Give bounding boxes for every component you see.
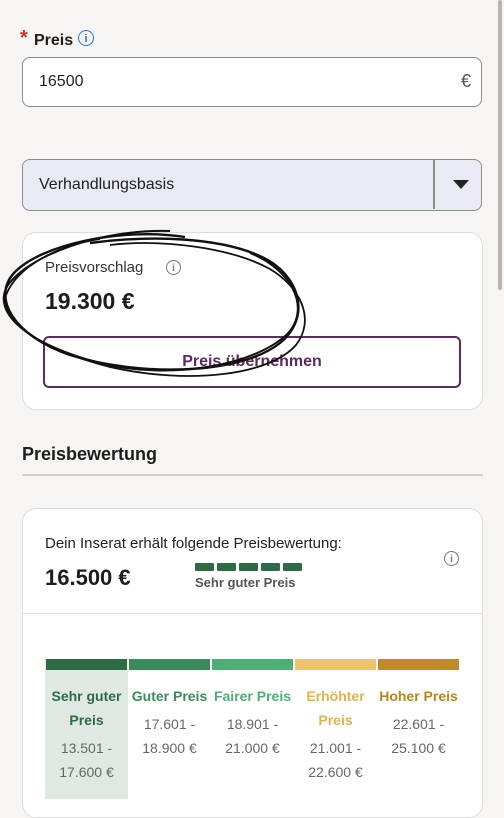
price-label: Preis [34,32,74,49]
rating-scale-column: Guter Preis 17.601 - 18.900 € [128,659,211,799]
rating-level-bar [283,563,302,571]
euro-currency-suffix: € [460,71,471,91]
scrollbar[interactable] [498,0,502,290]
price-rating-card: Dein Inserat erhält folgende Preisbewert… [22,508,483,818]
info-icon[interactable]: i [444,551,459,566]
rating-scale-range-to: 22.600 € [308,764,363,780]
required-marker: * [20,27,28,49]
scribble-annotation [2,229,306,377]
rating-level-bar [239,563,258,571]
rating-scale-range: 22.601 - 25.100 € [377,712,460,760]
price-rating-section-title: Preisbewertung [22,444,158,464]
rating-scale-bar [295,659,376,670]
rating-scale-range: 13.501 - 17.600 € [45,736,128,784]
rating-level-bars [195,563,302,571]
rating-level-bar [217,563,236,571]
rating-level-bar [261,563,280,571]
price-type-selected-value: Verhandlungsbasis [39,176,175,193]
rating-scale-bar [378,659,459,670]
rating-scale-name: Fairer Preis [213,688,292,704]
rating-scale-column: Erhöhter Preis 21.001 - 22.600 € [294,659,377,799]
rating-scale-name: Guter Preis [131,688,208,704]
section-divider [22,474,483,476]
price-rating-scale: Sehr guter Preis 13.501 - 17.600 € Guter… [45,659,462,799]
chevron-down-icon[interactable] [453,180,469,189]
rating-scale-range: 18.901 - 21.000 € [211,712,294,760]
rating-scale-name: Sehr guter Preis [51,688,122,728]
rating-card-divider [23,613,482,614]
rating-scale-bar [129,659,210,670]
rating-scale-column: Hoher Preis 22.601 - 25.100 € [377,659,460,799]
rating-scale-range-to: 25.100 € [391,740,446,756]
rating-scale-column: Sehr guter Preis 13.501 - 17.600 € [45,659,128,799]
rating-scale-range-to: 21.000 € [225,740,280,756]
select-divider [433,160,435,209]
rating-scale-range-to: 17.600 € [59,764,114,780]
rating-scale-range-from: 17.601 - [143,716,196,732]
rating-scale-range-from: 21.001 - [309,740,362,756]
rating-scale-bar [46,659,127,670]
info-icon[interactable]: i [78,30,94,46]
price-type-select[interactable]: Verhandlungsbasis [22,159,482,211]
rating-scale-range-from: 22.601 - [392,716,445,732]
price-input-value: 16500 [39,73,84,90]
rating-scale-range-from: 18.901 - [226,716,279,732]
rating-scale-range-to: 18.900 € [142,740,197,756]
rating-scale-range: 17.601 - 18.900 € [128,712,211,760]
rating-scale-name: Hoher Preis [379,688,458,704]
rating-label: Sehr guter Preis [195,575,296,590]
rating-scale-name: Erhöhter Preis [306,688,365,728]
price-input[interactable]: 16500 € [22,57,482,107]
rating-scale-bar [212,659,293,670]
rating-scale-range-from: 13.501 - [60,740,113,756]
rating-price-value: 16.500 € [45,565,131,590]
rating-scale-range: 21.001 - 22.600 € [294,736,377,784]
rating-level-bar [195,563,214,571]
rating-scale-column: Fairer Preis 18.901 - 21.000 € [211,659,294,799]
price-rating-description: Dein Inserat erhält folgende Preisbewert… [45,535,342,552]
